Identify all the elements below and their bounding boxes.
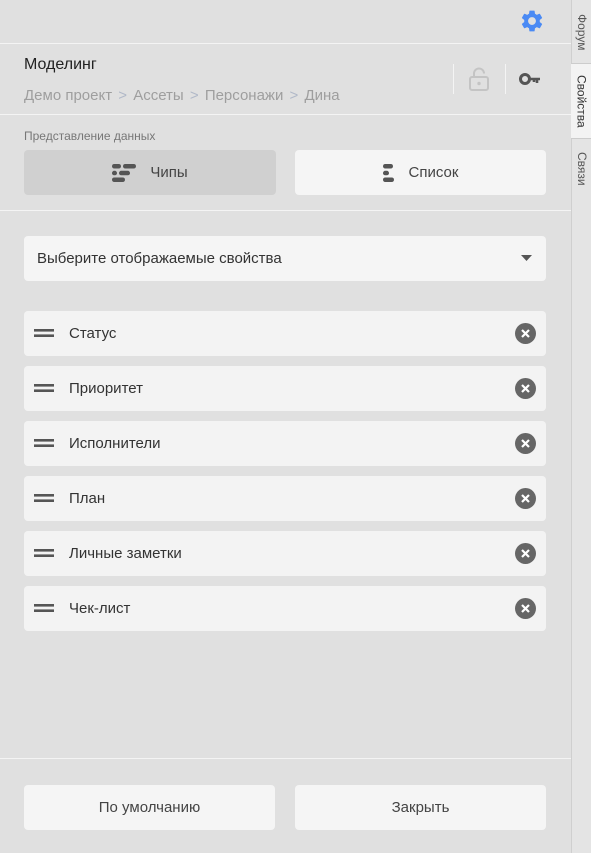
property-label: Статус bbox=[69, 325, 117, 342]
breadcrumb-item-current: Дина bbox=[304, 87, 340, 104]
remove-property-icon[interactable] bbox=[515, 543, 536, 564]
footer-divider bbox=[0, 758, 571, 759]
top-divider bbox=[0, 43, 571, 44]
reset-default-button[interactable]: По умолчанию bbox=[24, 785, 275, 830]
tab-properties-label: Свойства bbox=[574, 74, 589, 128]
list-icon bbox=[382, 163, 394, 182]
property-row-plan[interactable]: План bbox=[24, 476, 546, 521]
remove-property-icon[interactable] bbox=[515, 323, 536, 344]
properties-select[interactable]: Выберите отображаемые свойства bbox=[24, 236, 546, 281]
breadcrumb-separator: > bbox=[118, 87, 128, 104]
gear-icon[interactable] bbox=[519, 8, 545, 34]
section-divider bbox=[0, 210, 571, 211]
property-row-assignees[interactable]: Исполнители bbox=[24, 421, 546, 466]
header-separator bbox=[453, 64, 454, 94]
property-label: План bbox=[69, 490, 106, 507]
remove-property-icon[interactable] bbox=[515, 378, 536, 399]
remove-property-icon[interactable] bbox=[515, 433, 536, 454]
key-icon[interactable] bbox=[518, 68, 542, 90]
header-separator bbox=[505, 64, 506, 94]
breadcrumb-item-characters[interactable]: Персонажи bbox=[205, 87, 284, 104]
chevron-down-icon bbox=[521, 255, 532, 261]
drag-handle-icon[interactable] bbox=[34, 546, 54, 560]
chips-icon bbox=[112, 163, 137, 182]
breadcrumb-separator: > bbox=[289, 87, 299, 104]
close-button[interactable]: Закрыть bbox=[295, 785, 546, 830]
property-label: Исполнители bbox=[69, 435, 161, 452]
drag-handle-icon[interactable] bbox=[34, 436, 54, 450]
property-label: Чек-лист bbox=[69, 600, 131, 617]
tab-properties[interactable]: Свойства bbox=[571, 63, 591, 139]
section-divider bbox=[0, 114, 571, 115]
tab-forum-label: Форум bbox=[575, 13, 589, 51]
drag-handle-icon[interactable] bbox=[34, 491, 54, 505]
drag-handle-icon[interactable] bbox=[34, 326, 54, 340]
remove-property-icon[interactable] bbox=[515, 598, 536, 619]
list-view-label: Список bbox=[408, 164, 459, 181]
breadcrumb-separator: > bbox=[189, 87, 199, 104]
breadcrumb-item-project[interactable]: Демо проект bbox=[24, 87, 112, 104]
breadcrumb-item-assets[interactable]: Ассеты bbox=[133, 87, 184, 104]
property-row-personal-notes[interactable]: Личные заметки bbox=[24, 531, 546, 576]
property-row-checklist[interactable]: Чек-лист bbox=[24, 586, 546, 631]
view-mode-label: Представление данных bbox=[24, 129, 156, 143]
property-label: Приоритет bbox=[69, 380, 143, 397]
drag-handle-icon[interactable] bbox=[34, 601, 54, 615]
chips-view-label: Чипы bbox=[150, 164, 188, 181]
page-title: Моделинг bbox=[24, 56, 97, 73]
properties-panel: Моделинг Демо проект > Ассеты > Персонаж… bbox=[0, 0, 571, 853]
remove-property-icon[interactable] bbox=[515, 488, 536, 509]
drag-handle-icon[interactable] bbox=[34, 381, 54, 395]
side-tab-rail: Форум Свойства Связи bbox=[571, 0, 591, 853]
property-row-status[interactable]: Статус bbox=[24, 311, 546, 356]
property-label: Личные заметки bbox=[69, 545, 182, 562]
tab-forum[interactable]: Форум bbox=[572, 2, 591, 62]
chips-view-button[interactable]: Чипы bbox=[24, 150, 276, 195]
tab-links-label: Связи bbox=[575, 152, 589, 186]
list-view-button[interactable]: Список bbox=[295, 150, 546, 195]
lock-icon[interactable] bbox=[467, 66, 491, 92]
breadcrumb: Демо проект > Ассеты > Персонажи > Дина bbox=[24, 87, 340, 104]
tab-links[interactable]: Связи bbox=[572, 145, 591, 193]
properties-select-placeholder: Выберите отображаемые свойства bbox=[37, 250, 282, 267]
property-row-priority[interactable]: Приоритет bbox=[24, 366, 546, 411]
